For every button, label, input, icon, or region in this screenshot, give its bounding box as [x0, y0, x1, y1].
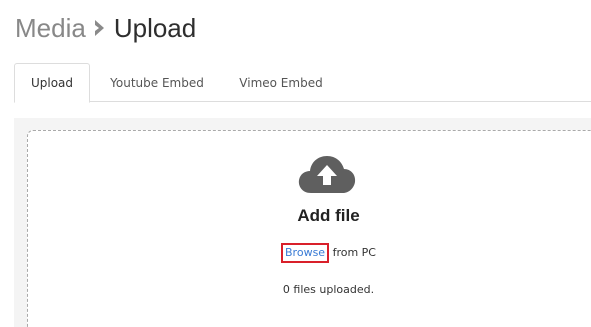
tab-vimeo-embed[interactable]: Vimeo Embed [226, 63, 336, 102]
dropzone-title: Add file [297, 206, 360, 225]
tab-bar: Upload Youtube Embed Vimeo Embed [14, 63, 591, 103]
chevron-right-icon [94, 20, 104, 36]
page-title: Upload [113, 12, 197, 43]
upload-panel: Add file Browse from PC 0 files uploaded… [14, 118, 591, 327]
browse-suffix: from PC [329, 246, 376, 259]
breadcrumb-media[interactable]: Media [15, 13, 86, 44]
cloud-upload-icon [298, 156, 356, 193]
tab-upload[interactable]: Upload [14, 63, 90, 103]
upload-status: 0 files uploaded. [282, 283, 375, 296]
browse-button[interactable]: Browse [281, 243, 330, 263]
breadcrumb: Media Upload [15, 10, 196, 46]
tab-youtube-embed[interactable]: Youtube Embed [94, 63, 220, 102]
file-dropzone[interactable]: Add file Browse from PC 0 files uploaded… [27, 130, 591, 327]
browse-line: Browse from PC [28, 243, 591, 263]
